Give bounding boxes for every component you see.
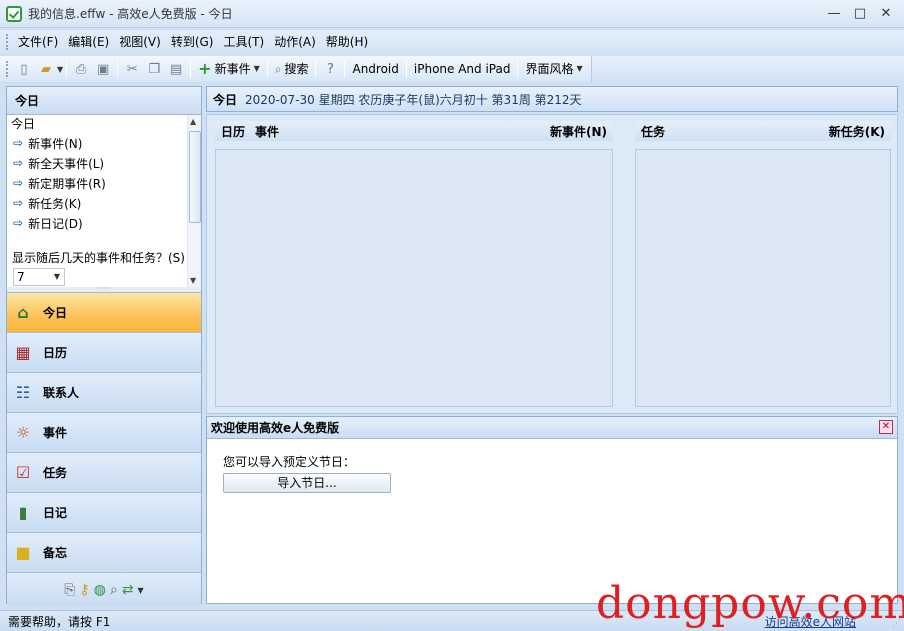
arrow-right-icon: ⇨ — [13, 136, 24, 150]
status-help-text: 需要帮助，请按 F1 — [8, 614, 111, 629]
close-icon[interactable]: ✕ — [879, 420, 893, 434]
key-icon[interactable]: ⚷ — [79, 582, 89, 598]
nav-diary[interactable]: ▮ 日记 — [7, 493, 201, 533]
event-icon: ☼ — [15, 423, 31, 442]
search-icon[interactable]: ⌕ — [110, 582, 118, 598]
chevron-down-icon: ▼ — [576, 64, 583, 73]
arrow-right-icon: ⇨ — [13, 216, 24, 230]
print-icon[interactable]: ⎙ — [70, 58, 92, 80]
nav-today[interactable]: ⌂ 今日 — [7, 293, 201, 333]
task-col-label: 任务 — [641, 124, 666, 139]
welcome-header: 欢迎使用高效e人免费版 — [207, 417, 897, 439]
copy-icon[interactable]: ❐ — [143, 58, 165, 80]
scrollbar-thumb[interactable] — [189, 131, 201, 223]
close-button[interactable]: ✕ — [874, 4, 898, 22]
menu-edit[interactable]: 编辑(E) — [63, 31, 114, 53]
calendar-icon: ▦ — [15, 343, 31, 362]
tasks-list[interactable] — [635, 149, 891, 407]
toolbar: ▯ ▰ ▼ ⎙ ▣ ✂ ❐ ▤ + 新事件 ▼ ⌕ 搜索 ? Android i… — [0, 56, 904, 82]
today-body: 日历 事件 新事件(N) 任务 新任务(K) — [206, 114, 898, 414]
task-check-icon: ☑ — [15, 463, 31, 482]
days-label: 显示随后几天的事件和任务？(S) — [12, 251, 185, 265]
main-header: 今日 2020-07-30 星期四 农历庚子年(鼠)六月初十 第31周 第212… — [206, 86, 898, 112]
arrow-right-icon: ⇨ — [13, 176, 24, 190]
menu-bar: 文件(F) 编辑(E) 视图(V) 转到(G) 工具(T) 动作(A) 帮助(H… — [0, 30, 904, 54]
menu-view[interactable]: 视图(V) — [114, 31, 166, 53]
chevron-down-icon: ▼ — [253, 64, 260, 73]
link-new-task[interactable]: ⇨ 新任务(K) — [7, 193, 201, 213]
menu-goto[interactable]: 转到(G) — [166, 31, 219, 53]
plus-icon: + — [198, 59, 212, 78]
page-title: 今日 — [213, 92, 238, 107]
events-list[interactable] — [215, 149, 613, 407]
print-preview-icon[interactable]: ▣ — [92, 58, 114, 80]
menu-help[interactable]: 帮助(H) — [321, 31, 373, 53]
date-info: 2020-07-30 星期四 农历庚子年(鼠)六月初十 第31周 第212天 — [245, 92, 582, 107]
event-col-label: 事件 — [255, 124, 280, 139]
minimize-button[interactable]: — — [822, 4, 846, 22]
link-new-diary[interactable]: ⇨ 新日记(D) — [7, 213, 201, 233]
menu-actions[interactable]: 动作(A) — [269, 31, 321, 53]
link-new-event[interactable]: ⇨ 新事件(N) — [7, 133, 201, 153]
title-bar: 我的信息.effw - 高效e人免费版 - 今日 — □ ✕ — [0, 0, 904, 28]
new-event-link[interactable]: 新事件(N) — [550, 123, 607, 140]
android-button[interactable]: Android — [348, 58, 402, 80]
iphone-ipad-button[interactable]: iPhone And iPad — [410, 58, 515, 80]
menu-tools[interactable]: 工具(T) — [218, 31, 269, 53]
search-icon: ⌕ — [274, 62, 282, 76]
nav-memo[interactable]: ■ 备忘 — [7, 533, 201, 573]
nav-tasks[interactable]: ☑ 任务 — [7, 453, 201, 493]
days-select[interactable]: 7 ▼ — [13, 268, 65, 286]
arrow-right-icon: ⇨ — [13, 196, 24, 210]
search-button[interactable]: ⌕ 搜索 — [271, 58, 313, 80]
welcome-text: 您可以导入预定义节日： — [223, 455, 356, 469]
tasks-column-header: 任务 新任务(K) — [635, 121, 891, 141]
import-holidays-button[interactable]: 导入节日... — [223, 473, 391, 493]
today-subtitle: 今日 — [11, 117, 36, 131]
nav-calendar[interactable]: ▦ 日历 — [7, 333, 201, 373]
cut-icon[interactable]: ✂ — [121, 58, 143, 80]
new-event-button[interactable]: + 新事件 ▼ — [194, 58, 264, 80]
quick-actions-list: 今日 ⇨ 新事件(N) ⇨ 新全天事件(L) ⇨ 新定期事件(R) ⇨ 新任务(… — [7, 115, 201, 287]
sync-icon[interactable]: ⇄ — [122, 582, 134, 598]
left-panel-header: 今日 — [7, 87, 201, 115]
maximize-button[interactable]: □ — [848, 4, 872, 22]
chevron-down-icon[interactable]: ▼ — [138, 586, 144, 595]
help-icon[interactable]: ? — [319, 58, 341, 80]
window-title: 我的信息.effw - 高效e人免费版 - 今日 — [28, 7, 233, 21]
app-logo-icon — [6, 5, 22, 22]
nav-contacts[interactable]: ☷ 联系人 — [7, 373, 201, 413]
open-folder-icon[interactable]: ▰ — [35, 58, 57, 80]
scroll-up-icon[interactable]: ▲ — [190, 117, 196, 126]
chevron-down-icon: ▼ — [53, 272, 60, 281]
paste-icon[interactable]: ▤ — [165, 58, 187, 80]
new-file-icon[interactable]: ▯ — [13, 58, 35, 80]
events-column-header: 日历 事件 新事件(N) — [215, 121, 613, 141]
left-panel: 今日 今日 ⇨ 新事件(N) ⇨ 新全天事件(L) ⇨ 新定期事件(R) ⇨ 新… — [6, 86, 202, 607]
diary-icon: ▮ — [18, 503, 28, 522]
attachment-icon[interactable]: ⎘ — [64, 582, 75, 598]
menu-file[interactable]: 文件(F) — [13, 31, 63, 53]
left-panel-scrollbar[interactable]: ▲ ▼ — [187, 115, 201, 287]
scroll-down-icon[interactable]: ▼ — [190, 276, 196, 285]
toolbar-grip — [6, 61, 9, 77]
note-icon: ■ — [15, 543, 31, 562]
home-icon: ⌂ — [17, 303, 29, 322]
globe-icon[interactable]: ◍ — [94, 582, 106, 598]
arrow-right-icon: ⇨ — [13, 156, 24, 170]
nav-events[interactable]: ☼ 事件 — [7, 413, 201, 453]
open-dropdown-icon[interactable]: ▼ — [57, 65, 63, 74]
status-bar: 需要帮助，请按 F1 访问高效e人网站 ⋰ — [0, 610, 904, 631]
ui-style-button[interactable]: 界面风格 ▼ — [521, 58, 586, 80]
welcome-panel: 欢迎使用高效e人免费版 ✕ 您可以导入预定义节日： 导入节日... — [206, 416, 898, 604]
calendar-col-label: 日历 — [221, 124, 246, 139]
new-task-link[interactable]: 新任务(K) — [829, 123, 885, 140]
link-new-recurring-event[interactable]: ⇨ 新定期事件(R) — [7, 173, 201, 193]
menu-grip — [6, 34, 9, 50]
nav-shortcut-bar: ⎘ ⚷ ◍ ⌕ ⇄ ▼ — [7, 573, 201, 607]
website-link[interactable]: 访问高效e人网站 — [765, 613, 856, 630]
link-new-allday-event[interactable]: ⇨ 新全天事件(L) — [7, 153, 201, 173]
resize-grip-icon[interactable]: ⋰ — [892, 619, 901, 629]
contact-card-icon: ☷ — [15, 383, 31, 402]
